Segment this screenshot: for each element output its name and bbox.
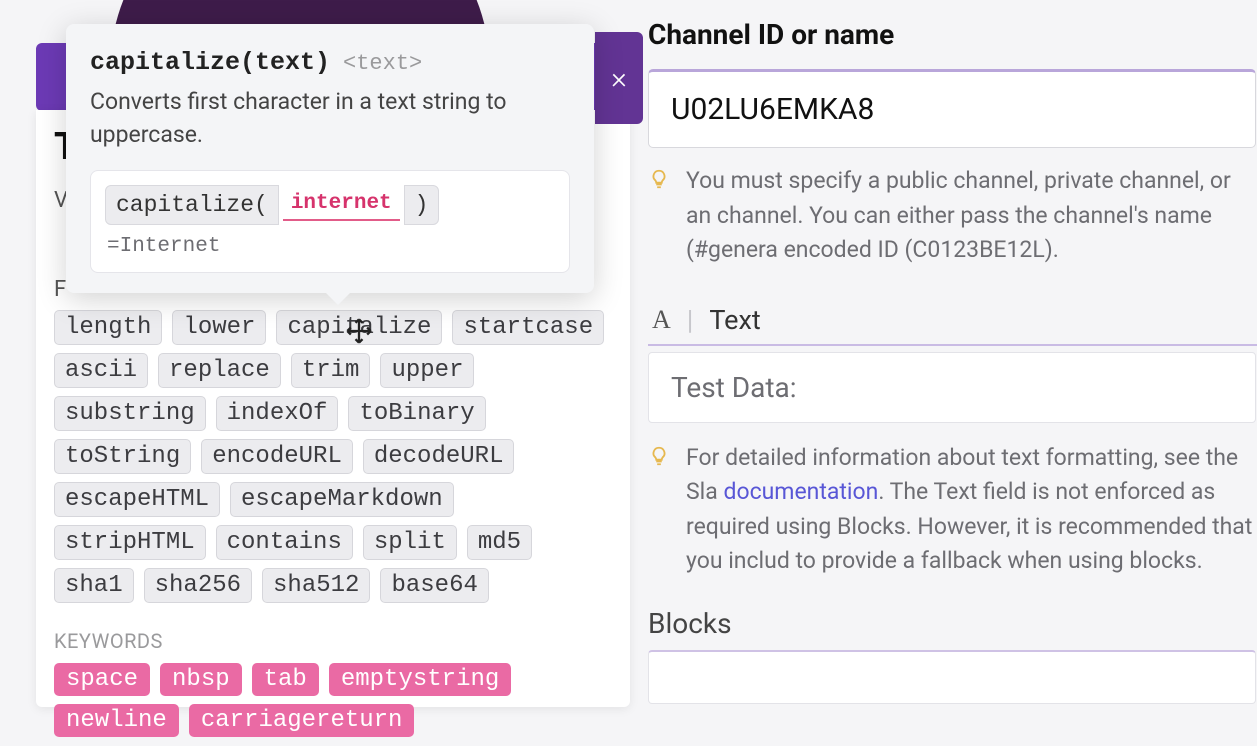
text-section-header[interactable]: A | Text — [648, 296, 1257, 346]
text-input[interactable]: Test Data: — [648, 352, 1256, 423]
function-chip-stripHTML[interactable]: stripHTML — [54, 525, 206, 560]
keyword-chip-carriagereturn[interactable]: carriagereturn — [189, 704, 415, 737]
function-chip-ascii[interactable]: ascii — [54, 353, 148, 388]
function-chip-decodeURL[interactable]: decodeURL — [363, 439, 515, 474]
keyword-chip-nbsp[interactable]: nbsp — [160, 663, 242, 696]
function-doc-tooltip: capitalize(text) <text> Converts first c… — [66, 24, 594, 293]
function-chip-capitalize[interactable]: capitalize — [276, 310, 442, 345]
text-tab-label: Text — [709, 304, 760, 336]
function-chip-md5[interactable]: md5 — [467, 525, 532, 560]
function-chip-replace[interactable]: replace — [158, 353, 281, 388]
function-chip-toString[interactable]: toString — [54, 439, 191, 474]
keyword-chip-tab[interactable]: tab — [252, 663, 319, 696]
channel-tip: You must specify a public channel, priva… — [686, 164, 1257, 268]
function-chip-encodeURL[interactable]: encodeURL — [201, 439, 353, 474]
function-chip-trim[interactable]: trim — [291, 353, 371, 388]
example-arg: internet — [283, 188, 400, 221]
lightbulb-icon — [648, 168, 670, 190]
documentation-link[interactable]: documentation — [723, 478, 878, 505]
keywords-label: KEYWORDS — [54, 629, 606, 653]
function-chip-upper[interactable]: upper — [380, 353, 474, 388]
function-chip-toBinary[interactable]: toBinary — [348, 396, 485, 431]
channel-field-label: Channel ID or name — [648, 18, 1257, 51]
close-icon: × — [611, 61, 627, 96]
function-chip-base64[interactable]: base64 — [380, 568, 488, 603]
function-chip-sha512[interactable]: sha512 — [262, 568, 370, 603]
channel-input[interactable] — [648, 69, 1256, 148]
function-signature: capitalize(text) — [90, 48, 330, 77]
lightbulb-icon — [648, 445, 670, 467]
text-tip: For detailed information about text form… — [686, 441, 1257, 579]
example-result: =Internet — [105, 235, 555, 258]
example-open: capitalize( — [105, 185, 279, 225]
function-chip-startcase[interactable]: startcase — [452, 310, 604, 345]
function-chip-escapeMarkdown[interactable]: escapeMarkdown — [230, 482, 454, 517]
function-chip-escapeHTML[interactable]: escapeHTML — [54, 482, 220, 517]
text-format-icon: A — [652, 305, 671, 335]
keyword-chip-emptystring[interactable]: emptystring — [329, 663, 511, 696]
function-return-type: <text> — [343, 51, 422, 76]
function-description: Converts first character in a text strin… — [90, 85, 570, 152]
function-chip-sha256[interactable]: sha256 — [144, 568, 252, 603]
blocks-input[interactable] — [648, 650, 1256, 704]
function-chip-split[interactable]: split — [363, 525, 457, 560]
function-chip-substring[interactable]: substring — [54, 396, 206, 431]
function-chip-sha1[interactable]: sha1 — [54, 568, 134, 603]
close-button[interactable]: × — [595, 32, 643, 124]
function-example: capitalize( internet ) =Internet — [90, 170, 570, 273]
function-chip-contains[interactable]: contains — [216, 525, 353, 560]
function-chip-lower[interactable]: lower — [172, 310, 266, 345]
function-list: length lower capitalize startcase ascii repla… — [54, 310, 606, 603]
keyword-chip-space[interactable]: space — [54, 663, 150, 696]
keyword-list: space nbsptab emptystring newline carriagere… — [54, 663, 606, 737]
section-initial-F: F — [54, 277, 66, 302]
blocks-label: Blocks — [648, 607, 1257, 640]
function-chip-length[interactable]: length — [54, 310, 162, 345]
function-chip-indexOf[interactable]: indexOf — [216, 396, 339, 431]
keyword-chip-newline[interactable]: newline — [54, 704, 179, 737]
tooltip-title: capitalize(text) <text> — [90, 48, 570, 77]
example-close: ) — [404, 185, 440, 225]
separator: | — [687, 304, 694, 336]
